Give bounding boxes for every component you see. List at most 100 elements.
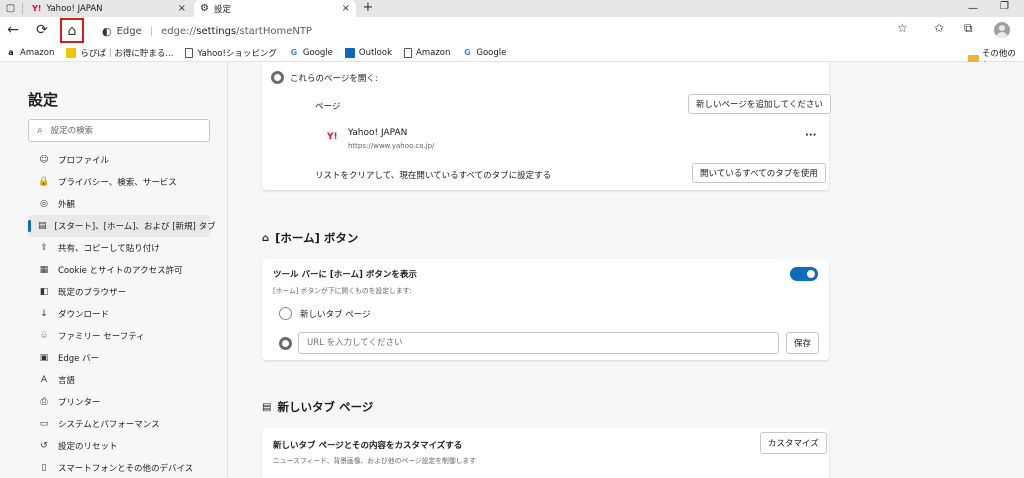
favorite-item[interactable]: らぴぱ｜お得に貯まる... [66, 47, 173, 59]
new-tab-section-title: ▤ 新しいタブ ページ [262, 399, 373, 415]
startup-pages-card: これらのページを開く: ページ 新しいページを追加してください Y! Yahoo… [262, 62, 831, 190]
favorite-label: Google [476, 47, 507, 58]
add-favorite-star-icon[interactable]: ☆ [897, 21, 908, 35]
home-button[interactable]: ⌂ [60, 18, 84, 43]
sidebar-item[interactable]: ▦ Cookie とサイトのアクセス許可 [28, 259, 210, 281]
site-name: Yahoo! JAPAN [348, 128, 408, 138]
open-pages-radio[interactable] [271, 71, 284, 84]
sidebar-item-label: ダウンロード [58, 310, 110, 320]
home-toggle-sublabel: [ホーム] ボタンが下に開くものを設定します: [273, 287, 412, 295]
settings-sidebar: 設定 ⌕ ☺ プロファイル 🔒 プライバシー、検索、サービス ◎ 外観 ▤ [スタート]、[ホ… [0, 62, 228, 478]
yahoo-favicon-icon: Y! [32, 4, 42, 13]
site-url: https://www.yahoo.co.jp/ [348, 142, 435, 150]
sidebar-item[interactable]: ⇪ 共有、コピーして貼り付け [28, 237, 210, 259]
home-icon: ⌂ [67, 22, 77, 39]
add-new-page-button[interactable]: 新しいページを追加してください [688, 94, 831, 114]
sidebar-item[interactable]: ⎙ プリンター [28, 391, 210, 413]
sidebar-item[interactable]: ▯ スマートフォンとその他のデバイス [28, 457, 210, 478]
sidebar-item[interactable]: ▤ [スタート]、[ホーム]、および [新規] タブ [28, 215, 216, 237]
google-icon: G [464, 47, 471, 57]
toolbar: ← ⟳ ⌂ ◐ Edge | edge://settings/startHome… [0, 17, 1024, 44]
refresh-button[interactable]: ⟳ [31, 19, 53, 41]
favorite-item[interactable]: Amazon [404, 47, 451, 58]
favorite-label: Yahoo!ショッピング [197, 48, 277, 59]
sidebar-item[interactable]: A 言語 [28, 369, 210, 391]
address-bar[interactable]: ◐ Edge | edge://settings/startHomeNTP [94, 20, 924, 42]
clear-list-label: リストをクリアして、現在開いているすべてのタブに設定する [315, 171, 552, 181]
tab-separator [22, 3, 23, 14]
yahoo-favicon-icon: Y! [327, 132, 338, 142]
sidebar-item[interactable]: ♧ ファミリー セーフティ [28, 325, 210, 347]
favorite-item[interactable]: G Google [462, 48, 506, 58]
restore-icon[interactable]: ❐ [1000, 1, 1009, 12]
new-tab-page-option[interactable]: 新しいタブ ページ [279, 307, 371, 320]
sidebar-item-icon: ▤ [38, 221, 47, 231]
edge-logo-icon: ◐ [102, 24, 112, 38]
customize-button[interactable]: カスタマイズ [760, 432, 827, 454]
tab-strip: ▢ Y! Yahoo! JAPAN × ⚙ 設定 × + — ❐ [0, 0, 1024, 17]
minimize-icon[interactable]: — [968, 3, 978, 14]
open-pages-option[interactable]: これらのページを開く: [271, 71, 378, 84]
back-button[interactable]: ← [2, 19, 24, 41]
sidebar-item[interactable]: 🔒 プライバシー、検索、サービス [28, 171, 210, 193]
collections-icon[interactable]: ⧉ [964, 21, 973, 36]
tab-actions-icon[interactable]: ▢ [2, 0, 19, 18]
sidebar-item-label: 言語 [58, 376, 76, 386]
url-main: settings [196, 25, 237, 37]
amazon-icon: a [8, 47, 14, 57]
search-input[interactable] [50, 125, 201, 136]
favorite-item[interactable]: Yahoo!ショッピング [185, 47, 277, 59]
favorite-item[interactable]: a Amazon [6, 48, 54, 58]
tab-settings[interactable]: ⚙ 設定 × [194, 0, 356, 17]
sidebar-item[interactable]: ◎ 外観 [28, 193, 210, 215]
url-prefix: edge:// [161, 25, 197, 37]
favorite-label: らぴぱ｜お得に貯まる... [80, 48, 174, 59]
settings-content: 設定 ⌕ ☺ プロファイル 🔒 プライバシー、検索、サービス ◎ 外観 ▤ [スタート]、[ホ… [0, 62, 1024, 478]
favorite-label: Amazon [416, 47, 451, 58]
tab-title: 設定 [213, 4, 231, 15]
close-icon[interactable]: × [178, 3, 186, 14]
favorites-icon[interactable]: ✩ [934, 21, 944, 35]
tab-yahoo[interactable]: Y! Yahoo! JAPAN × [26, 0, 192, 17]
home-url-input[interactable] [298, 332, 779, 354]
new-tab-radio[interactable] [279, 307, 292, 320]
more-options-icon[interactable]: ··· [805, 130, 816, 141]
sidebar-item-label: [スタート]、[ホーム]、および [新規] タブ [54, 222, 216, 232]
sidebar-item[interactable]: ↺ 設定のリセット [28, 435, 210, 457]
sidebar-item-label: 既定のブラウザー [58, 288, 127, 298]
tab-title: Yahoo! JAPAN [46, 3, 103, 14]
sidebar-item[interactable]: ▭ システムとパフォーマンス [28, 413, 210, 435]
pages-label: ページ [315, 102, 341, 112]
save-button[interactable]: 保存 [786, 332, 820, 354]
sidebar-item[interactable]: ↓ ダウンロード [28, 303, 210, 325]
home-button-toggle[interactable] [790, 267, 818, 281]
sidebar-item-label: 外観 [58, 200, 76, 210]
home-toggle-label: ツール バーに [ホーム] ボタンを表示 [273, 270, 417, 280]
sidebar-item-icon: ↺ [40, 441, 48, 451]
new-tab-button[interactable]: + [360, 0, 376, 17]
settings-main: これらのページを開く: ページ 新しいページを追加してください Y! Yahoo… [228, 62, 1024, 478]
new-tab-section-title-text: 新しいタブ ページ [277, 400, 374, 414]
sidebar-item-label: スマートフォンとその他のデバイス [58, 464, 194, 474]
favorite-item[interactable]: Outlook [344, 47, 392, 58]
customize-label: 新しいタブ ページとその内容をカスタマイズする [273, 441, 463, 451]
settings-search[interactable]: ⌕ [28, 119, 210, 142]
sidebar-item[interactable]: ▣ Edge バー [28, 347, 210, 369]
home-section-title: ⌂ [ホーム] ボタン [262, 230, 358, 246]
url-suffix: /startHomeNTP [236, 25, 312, 37]
address-divider: | [149, 25, 154, 37]
avatar[interactable] [994, 22, 1010, 38]
sidebar-item-icon: ▯ [41, 463, 47, 473]
url-radio[interactable] [279, 337, 292, 350]
customize-sublabel: ニュースフィード、背景画像、および他のページ設定を制御します [273, 457, 477, 465]
use-all-open-tabs-button[interactable]: 開いているすべてのタブを使用 [692, 163, 826, 183]
close-icon[interactable]: × [342, 3, 350, 14]
sidebar-item[interactable]: ◧ 既定のブラウザー [28, 281, 210, 303]
sidebar-item-icon: ▭ [39, 419, 49, 429]
sidebar-item-icon: ▦ [39, 265, 49, 275]
sidebar-item[interactable]: ☺ プロファイル [28, 149, 210, 171]
home-icon: ⌂ [262, 232, 270, 244]
rapipa-icon [66, 47, 77, 58]
favorite-item[interactable]: G Google [289, 48, 333, 58]
sidebar-item-label: プライバシー、検索、サービス [58, 178, 177, 188]
